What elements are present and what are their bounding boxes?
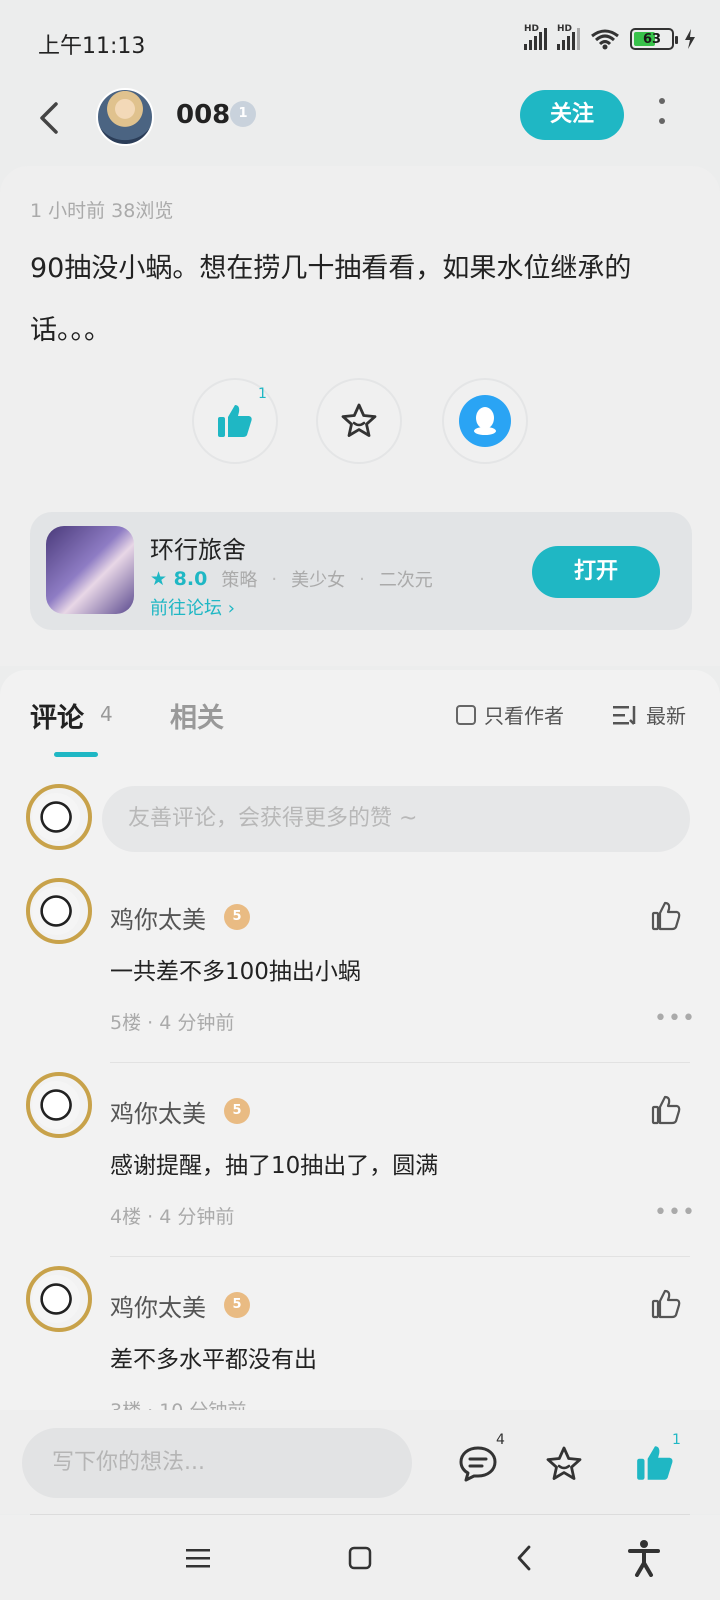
- separator: ·: [271, 568, 278, 590]
- comment-text: 感谢提醒，抽了10抽出了，圆满: [110, 1153, 439, 1179]
- write-comment-input[interactable]: 写下你的想法...: [22, 1428, 412, 1498]
- tab-related[interactable]: 相关: [170, 696, 224, 735]
- comments-count-badge: 4: [496, 1432, 505, 1448]
- comment-meta: 5楼 · 4 分钟前: [110, 1012, 235, 1034]
- game-tag: 策略: [221, 570, 258, 591]
- favorite-button-bottom[interactable]: [544, 1444, 584, 1488]
- comments-count: 4: [100, 702, 113, 726]
- share-qq-button[interactable]: [442, 378, 528, 464]
- commenter-level-badge: 5: [224, 1292, 250, 1318]
- post-meta: 1 小时前 38浏览: [30, 200, 174, 222]
- open-game-button[interactable]: 打开: [532, 546, 660, 598]
- signal-icon-2: HD: [557, 24, 580, 50]
- my-avatar: [26, 784, 92, 850]
- favorite-button[interactable]: [316, 378, 402, 464]
- author-avatar[interactable]: [96, 88, 154, 146]
- like-button-bottom[interactable]: [634, 1442, 676, 1488]
- accessibility-nav-button[interactable]: [622, 1536, 666, 1580]
- post-body: 90抽没小蜗。想在捞几十抽看看，如果水位继承的话。。。: [30, 253, 632, 346]
- forum-link[interactable]: 前往论坛 ›: [150, 594, 235, 620]
- thumbs-up-outline-icon: [651, 1289, 681, 1319]
- home-square-icon: [348, 1546, 372, 1570]
- thumbs-up-icon: [218, 405, 252, 437]
- game-rating: ★ 8.0: [150, 568, 208, 590]
- comments-panel: [0, 670, 720, 1410]
- only-author-label: 只看作者: [484, 704, 564, 728]
- thumbs-up-outline-icon: [651, 901, 681, 931]
- status-time: 上午11:13: [38, 34, 146, 59]
- menu-icon: [186, 1549, 210, 1568]
- author-name[interactable]: 008: [176, 100, 230, 130]
- home-nav-button[interactable]: [338, 1536, 382, 1580]
- charging-icon: [685, 29, 695, 49]
- post-header: 008 1 关注: [0, 84, 720, 164]
- game-tag: 二次元: [378, 570, 433, 591]
- comment-more-button[interactable]: •••: [654, 1200, 696, 1225]
- rating-star-icon: ★: [150, 568, 168, 590]
- tab-comments[interactable]: 评论: [30, 696, 84, 735]
- commenter-avatar[interactable]: [26, 878, 92, 944]
- commenter-avatar[interactable]: [26, 1072, 92, 1138]
- like-count: 1: [258, 386, 267, 402]
- comment-like-button[interactable]: [650, 900, 682, 932]
- commenter-avatar[interactable]: [26, 1266, 92, 1332]
- comment-meta: 4楼 · 4 分钟前: [110, 1206, 235, 1228]
- comment-text: 一共差不多100抽出小蜗: [110, 959, 361, 985]
- commenter-name[interactable]: 鸡你太美: [110, 1094, 206, 1129]
- author-level-badge: 1: [230, 101, 256, 127]
- commenter-name[interactable]: 鸡你太美: [110, 1288, 206, 1323]
- sort-icon: [613, 705, 636, 725]
- accessibility-icon: [628, 1540, 660, 1577]
- chevron-right-icon: ›: [227, 598, 235, 619]
- comment-like-button[interactable]: [650, 1094, 682, 1126]
- more-options-button[interactable]: [652, 96, 672, 136]
- signal-icon: HD: [524, 24, 547, 50]
- back-nav-button[interactable]: [502, 1536, 546, 1580]
- follow-button[interactable]: 关注: [520, 90, 624, 140]
- like-count-badge: 1: [672, 1432, 681, 1448]
- tab-indicator: [54, 752, 98, 757]
- comments-button[interactable]: [458, 1444, 498, 1488]
- comment-text: 差不多水平都没有出: [110, 1347, 317, 1373]
- thumbs-up-outline-icon: [651, 1095, 681, 1125]
- sort-button[interactable]: 最新: [612, 700, 686, 729]
- commenter-level-badge: 5: [224, 904, 250, 930]
- comment-bubble-icon: [459, 1446, 497, 1482]
- only-author-toggle[interactable]: 只看作者: [456, 700, 564, 729]
- star-icon: [546, 1446, 582, 1480]
- star-icon: [341, 403, 377, 437]
- more-vertical-icon: [659, 98, 665, 124]
- game-rating-row: ★ 8.0 策略 · 美少女 · 二次元: [150, 566, 433, 592]
- commenter-name[interactable]: 鸡你太美: [110, 900, 206, 935]
- thumbs-up-icon: [637, 1446, 673, 1480]
- status-icons: HD HD 63: [524, 24, 696, 50]
- menu-nav-button[interactable]: [176, 1536, 220, 1580]
- back-arrow-icon: [40, 102, 58, 134]
- battery-level: 63: [642, 31, 662, 47]
- battery-icon: 63: [630, 28, 678, 50]
- wifi-icon: [591, 29, 619, 50]
- checkbox-icon: [456, 704, 476, 725]
- divider: [110, 1256, 690, 1257]
- commenter-level-badge: 5: [224, 1098, 250, 1124]
- comment-like-button[interactable]: [650, 1288, 682, 1320]
- comment-input[interactable]: 友善评论，会获得更多的赞 ~: [102, 786, 690, 852]
- divider: [110, 1062, 690, 1063]
- game-icon[interactable]: [46, 526, 134, 614]
- qq-icon: [459, 395, 511, 447]
- comment-more-button[interactable]: •••: [654, 1006, 696, 1031]
- separator: ·: [359, 568, 365, 590]
- back-chevron-icon: [517, 1545, 531, 1571]
- sort-label: 最新: [646, 704, 686, 728]
- game-tag: 美少女: [291, 570, 346, 591]
- game-title[interactable]: 环行旅舍: [150, 530, 246, 565]
- back-button[interactable]: [30, 98, 70, 138]
